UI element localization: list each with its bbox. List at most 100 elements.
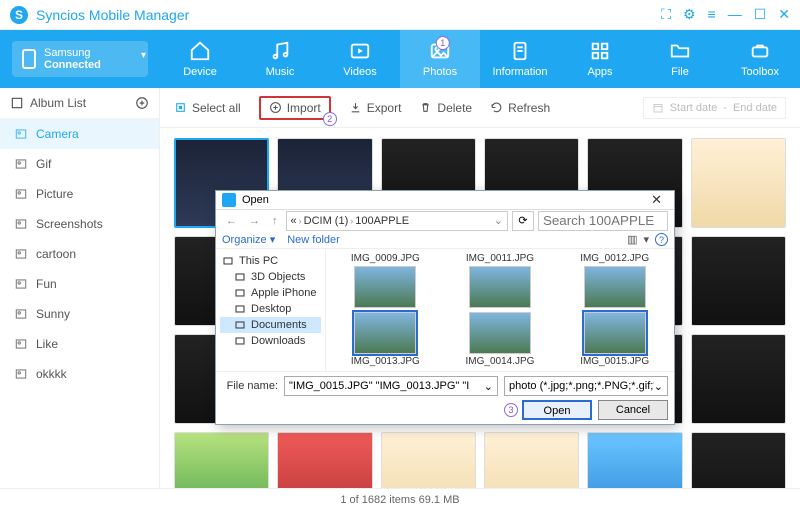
device-name: Samsung bbox=[44, 47, 101, 59]
dialog-footer: File name: "IMG_0015.JPG" "IMG_0013.JPG"… bbox=[216, 371, 674, 424]
maximize-icon[interactable]: ☐ bbox=[754, 6, 767, 23]
tree-item[interactable]: Documents bbox=[220, 317, 321, 333]
nav-photos[interactable]: 1 Photos bbox=[400, 30, 480, 88]
breadcrumb[interactable]: « › DCIM (1) › 100APPLE ⌄ bbox=[286, 211, 509, 231]
sidebar-title: Album List bbox=[30, 96, 86, 110]
start-date: Start date bbox=[670, 102, 718, 114]
nav-label: Toolbox bbox=[741, 66, 779, 78]
nav-videos[interactable]: Videos bbox=[320, 30, 400, 88]
date-range[interactable]: Start date - End date bbox=[643, 97, 786, 119]
select-all-button[interactable]: Select all bbox=[174, 101, 241, 115]
tree-item[interactable]: This PC bbox=[220, 253, 321, 269]
open-file-dialog: Open ✕ ← → ↑ « › DCIM (1) › 100APPLE ⌄ ⟳… bbox=[215, 190, 675, 425]
dialog-titlebar: Open ✕ bbox=[216, 191, 674, 210]
dialog-icon bbox=[222, 193, 236, 207]
sidebar: Album List CameraGifPictureScreenshotsca… bbox=[0, 88, 160, 488]
sidebar-item[interactable]: Like bbox=[0, 329, 159, 359]
open-button[interactable]: Open bbox=[522, 400, 592, 420]
close-icon[interactable]: ✕ bbox=[778, 6, 790, 23]
top-nav: Samsung Connected ▾ Device Music Videos … bbox=[0, 30, 800, 88]
screen-icon[interactable]: ⛶ bbox=[661, 6, 671, 23]
filetype-filter[interactable]: photo (*.jpg;*.png;*.PNG;*.gif;* ⌄ bbox=[504, 376, 668, 396]
up-icon[interactable]: ↑ bbox=[268, 213, 282, 229]
statusbar: 1 of 1682 items 69.1 MB bbox=[0, 488, 800, 510]
file-item[interactable]: IMG_0014.JPG bbox=[445, 312, 556, 367]
nav-file[interactable]: File bbox=[640, 30, 720, 88]
sidebar-item[interactable]: okkkk bbox=[0, 359, 159, 389]
minimize-icon[interactable]: — bbox=[728, 6, 742, 23]
titlebar: S Syncios Mobile Manager ⛶ ⚙ ≡ — ☐ ✕ bbox=[0, 0, 800, 30]
nav-music[interactable]: Music bbox=[240, 30, 320, 88]
tree-item[interactable]: 3D Objects bbox=[220, 269, 321, 285]
nav-label: File bbox=[671, 66, 689, 78]
sidebar-item[interactable]: Gif bbox=[0, 149, 159, 179]
device-status: Connected bbox=[44, 59, 101, 71]
refresh-button[interactable]: Refresh bbox=[490, 101, 550, 115]
cancel-button[interactable]: Cancel bbox=[598, 400, 668, 420]
search-input[interactable] bbox=[538, 211, 668, 231]
sidebar-item[interactable]: Camera bbox=[0, 119, 159, 149]
photo-thumb[interactable] bbox=[484, 432, 579, 488]
photo-thumb[interactable] bbox=[691, 334, 786, 424]
photo-thumb[interactable] bbox=[277, 432, 372, 488]
forward-icon[interactable]: → bbox=[245, 213, 264, 229]
photo-thumb[interactable] bbox=[691, 138, 786, 228]
delete-button[interactable]: Delete bbox=[419, 101, 472, 115]
dialog-close-icon[interactable]: ✕ bbox=[645, 192, 668, 208]
back-icon[interactable]: ← bbox=[222, 213, 241, 229]
step-badge-2: 2 bbox=[323, 112, 337, 126]
chevron-down-icon[interactable]: ▾ bbox=[643, 233, 649, 246]
nav-toolbox[interactable]: Toolbox bbox=[720, 30, 800, 88]
app-logo: S bbox=[10, 6, 28, 24]
refresh-label: Refresh bbox=[508, 101, 550, 115]
photo-thumb[interactable] bbox=[691, 432, 786, 488]
file-item[interactable]: IMG_0015.JPG bbox=[559, 312, 670, 367]
refresh-icon[interactable]: ⟳ bbox=[512, 211, 534, 231]
new-folder-button[interactable]: New folder bbox=[287, 234, 340, 246]
nav-label: Videos bbox=[343, 66, 376, 78]
file-item[interactable]: IMG_0009.JPG bbox=[330, 253, 441, 308]
gear-icon[interactable]: ⚙ bbox=[683, 6, 696, 23]
phone-icon bbox=[22, 49, 36, 69]
device-selector[interactable]: Samsung Connected ▾ bbox=[0, 30, 160, 88]
nav-device[interactable]: Device bbox=[160, 30, 240, 88]
photo-thumb[interactable] bbox=[587, 432, 682, 488]
folder-tree: This PC3D ObjectsApple iPhoneDesktopDocu… bbox=[216, 249, 326, 371]
organize-menu[interactable]: Organize ▾ bbox=[222, 233, 275, 246]
nav-label: Music bbox=[266, 66, 295, 78]
dialog-title: Open bbox=[242, 194, 269, 206]
export-button[interactable]: Export bbox=[349, 101, 402, 115]
step-badge-1: 1 bbox=[436, 36, 450, 50]
window-controls: ⛶ ⚙ ≡ — ☐ ✕ bbox=[661, 6, 790, 23]
nav-label: Photos bbox=[423, 66, 457, 78]
nav-label: Device bbox=[183, 66, 217, 78]
app-title: Syncios Mobile Manager bbox=[36, 7, 661, 23]
tree-item[interactable]: Desktop bbox=[220, 301, 321, 317]
nav-information[interactable]: Information bbox=[480, 30, 560, 88]
photo-thumb[interactable] bbox=[174, 432, 269, 488]
view-mode-icon[interactable]: ▥ bbox=[627, 233, 637, 246]
nav-apps[interactable]: Apps bbox=[560, 30, 640, 88]
menu-icon[interactable]: ≡ bbox=[708, 6, 716, 23]
help-icon[interactable]: ? bbox=[655, 233, 668, 246]
sidebar-item[interactable]: Picture bbox=[0, 179, 159, 209]
tree-item[interactable]: Apple iPhone bbox=[220, 285, 321, 301]
chevron-down-icon[interactable]: ⌄ bbox=[494, 214, 503, 227]
sidebar-item[interactable]: Fun bbox=[0, 269, 159, 299]
sidebar-item[interactable]: Sunny bbox=[0, 299, 159, 329]
filename-field[interactable]: "IMG_0015.JPG" "IMG_0013.JPG" "I ⌄ bbox=[284, 376, 498, 396]
file-item[interactable]: IMG_0012.JPG bbox=[559, 253, 670, 308]
photo-thumb[interactable] bbox=[381, 432, 476, 488]
file-item[interactable]: IMG_0011.JPG bbox=[445, 253, 556, 308]
file-item[interactable]: IMG_0013.JPG bbox=[330, 312, 441, 367]
nav-label: Information bbox=[492, 66, 547, 78]
add-album-icon[interactable] bbox=[135, 96, 149, 110]
sidebar-item[interactable]: cartoon bbox=[0, 239, 159, 269]
import-button[interactable]: Import 2 bbox=[259, 96, 331, 120]
end-date: End date bbox=[733, 102, 777, 114]
sidebar-item[interactable]: Screenshots bbox=[0, 209, 159, 239]
tree-item[interactable]: Downloads bbox=[220, 333, 321, 349]
chevron-down-icon: ▾ bbox=[141, 50, 146, 61]
delete-label: Delete bbox=[437, 101, 472, 115]
photo-thumb[interactable] bbox=[691, 236, 786, 326]
